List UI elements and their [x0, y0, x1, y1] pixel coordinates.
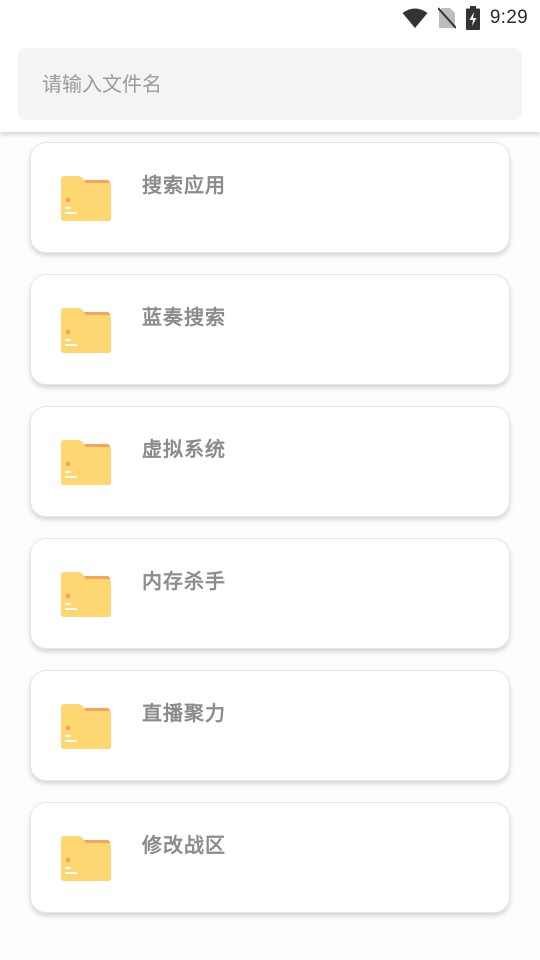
- list-item[interactable]: 蓝奏搜索: [30, 274, 510, 385]
- folder-icon: [60, 308, 112, 354]
- folder-icon: [60, 572, 112, 618]
- list-item-label: 直播聚力: [142, 701, 226, 725]
- list-item[interactable]: 内存杀手: [30, 538, 510, 649]
- file-list: 搜索应用蓝奏搜索虚拟系统内存杀手直播聚力修改战区: [30, 142, 510, 934]
- list-item[interactable]: 直播聚力: [30, 670, 510, 781]
- search-bar: [0, 36, 540, 132]
- no-sim-icon: [437, 7, 456, 29]
- folder-icon: [60, 176, 112, 222]
- search-input[interactable]: [42, 72, 502, 96]
- status-time: 9:29: [489, 7, 528, 28]
- folder-icon: [60, 704, 112, 750]
- list-item[interactable]: 虚拟系统: [30, 406, 510, 517]
- status-icons: 9:29: [402, 5, 528, 31]
- battery-charging-icon: [465, 6, 480, 30]
- list-item[interactable]: 搜索应用: [30, 142, 510, 253]
- folder-icon: [60, 836, 112, 882]
- list-item-label: 内存杀手: [142, 569, 226, 593]
- status-bar: 9:29: [0, 0, 540, 36]
- search-box[interactable]: [18, 48, 522, 120]
- list-item[interactable]: 修改战区: [30, 802, 510, 913]
- list-item-label: 蓝奏搜索: [142, 305, 226, 329]
- list-item-label: 修改战区: [142, 833, 226, 857]
- list-item-label: 搜索应用: [142, 173, 226, 197]
- folder-icon: [60, 440, 112, 486]
- wifi-icon: [402, 8, 428, 28]
- list-item-label: 虚拟系统: [142, 437, 226, 461]
